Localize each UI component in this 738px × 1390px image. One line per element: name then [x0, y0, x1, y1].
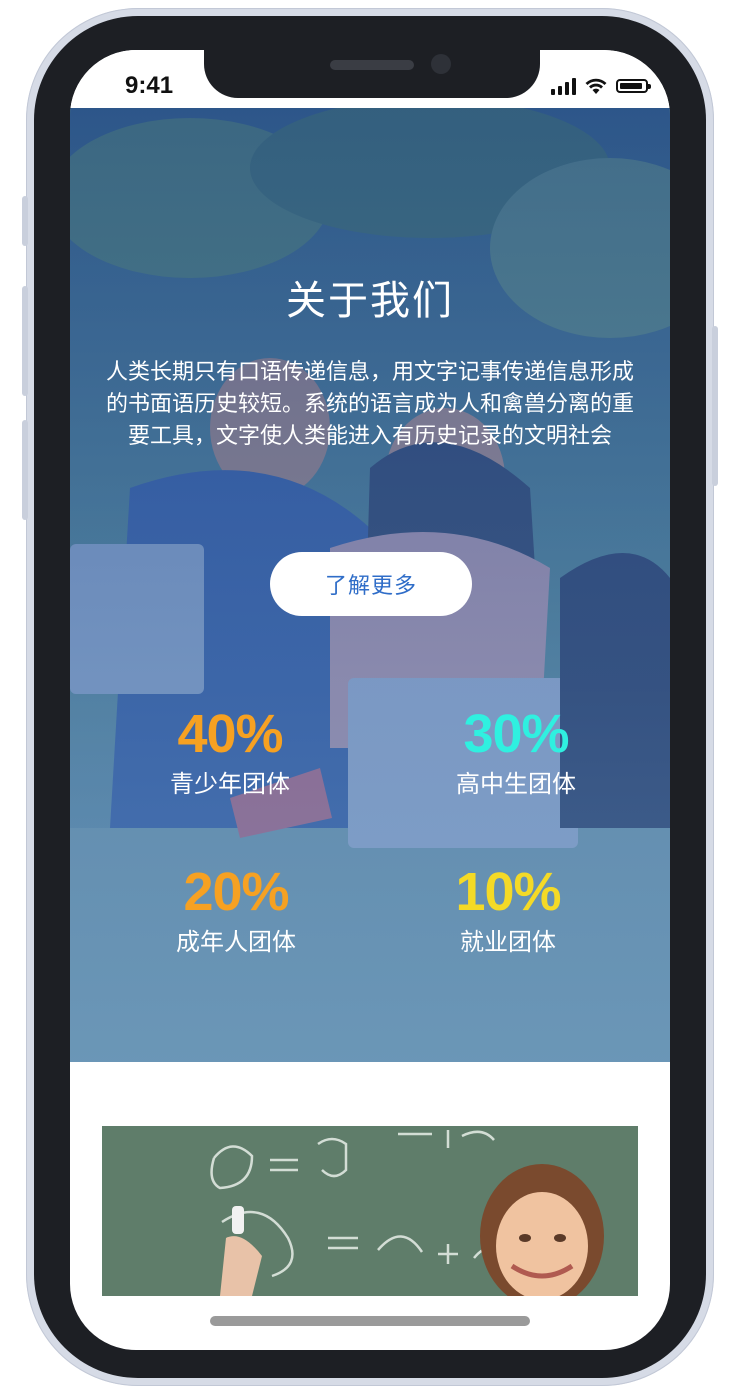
- phone-screen: 9:41 关于我们 人类长期只有口语传递信息，用文字记事传递信息形成的书面语历史…: [70, 50, 670, 1350]
- speaker-grille: [330, 60, 414, 70]
- volume-up-button: [22, 286, 28, 396]
- stat-label: 成年人团体: [176, 929, 296, 956]
- about-hero-section: 关于我们 人类长期只有口语传递信息，用文字记事传递信息形成的书面语历史较短。系统…: [70, 108, 670, 1062]
- stat-value: 20%: [183, 862, 289, 922]
- stat-employed: 10% 就业团体: [408, 862, 608, 957]
- power-button: [712, 326, 718, 486]
- stat-teen: 40% 青少年团体: [130, 704, 330, 799]
- status-bar: 9:41: [70, 50, 670, 108]
- stat-value: 40%: [177, 704, 283, 764]
- status-time: 9:41: [125, 72, 174, 99]
- notch: [204, 50, 540, 98]
- stat-label: 就业团体: [460, 929, 556, 956]
- about-description: 人类长期只有口语传递信息，用文字记事传递信息形成的书面语历史较短。系统的语言成为…: [105, 359, 634, 448]
- learn-more-button[interactable]: 了解更多: [270, 552, 472, 616]
- wifi-icon: [585, 78, 607, 94]
- phone-mockup: 9:41 关于我们 人类长期只有口语传递信息，用文字记事传递信息形成的书面语历史…: [0, 0, 738, 1390]
- status-icons: [551, 76, 651, 96]
- stat-value: 30%: [463, 704, 569, 764]
- signal-icon: [551, 77, 576, 95]
- stat-label: 青少年团体: [170, 771, 290, 798]
- home-indicator: [210, 1316, 530, 1326]
- chalkboard-student-image: [102, 1126, 638, 1296]
- mute-switch: [22, 196, 28, 246]
- volume-down-button: [22, 420, 28, 520]
- stat-highschool: 30% 高中生团体: [416, 704, 616, 799]
- stat-adult: 20% 成年人团体: [136, 862, 336, 957]
- battery-icon: [616, 79, 651, 93]
- front-camera: [431, 54, 451, 74]
- stat-value: 10%: [455, 862, 561, 922]
- stat-label: 高中生团体: [456, 771, 576, 798]
- chalkboard-photo: [102, 1126, 638, 1296]
- page-title: 关于我们: [286, 279, 454, 323]
